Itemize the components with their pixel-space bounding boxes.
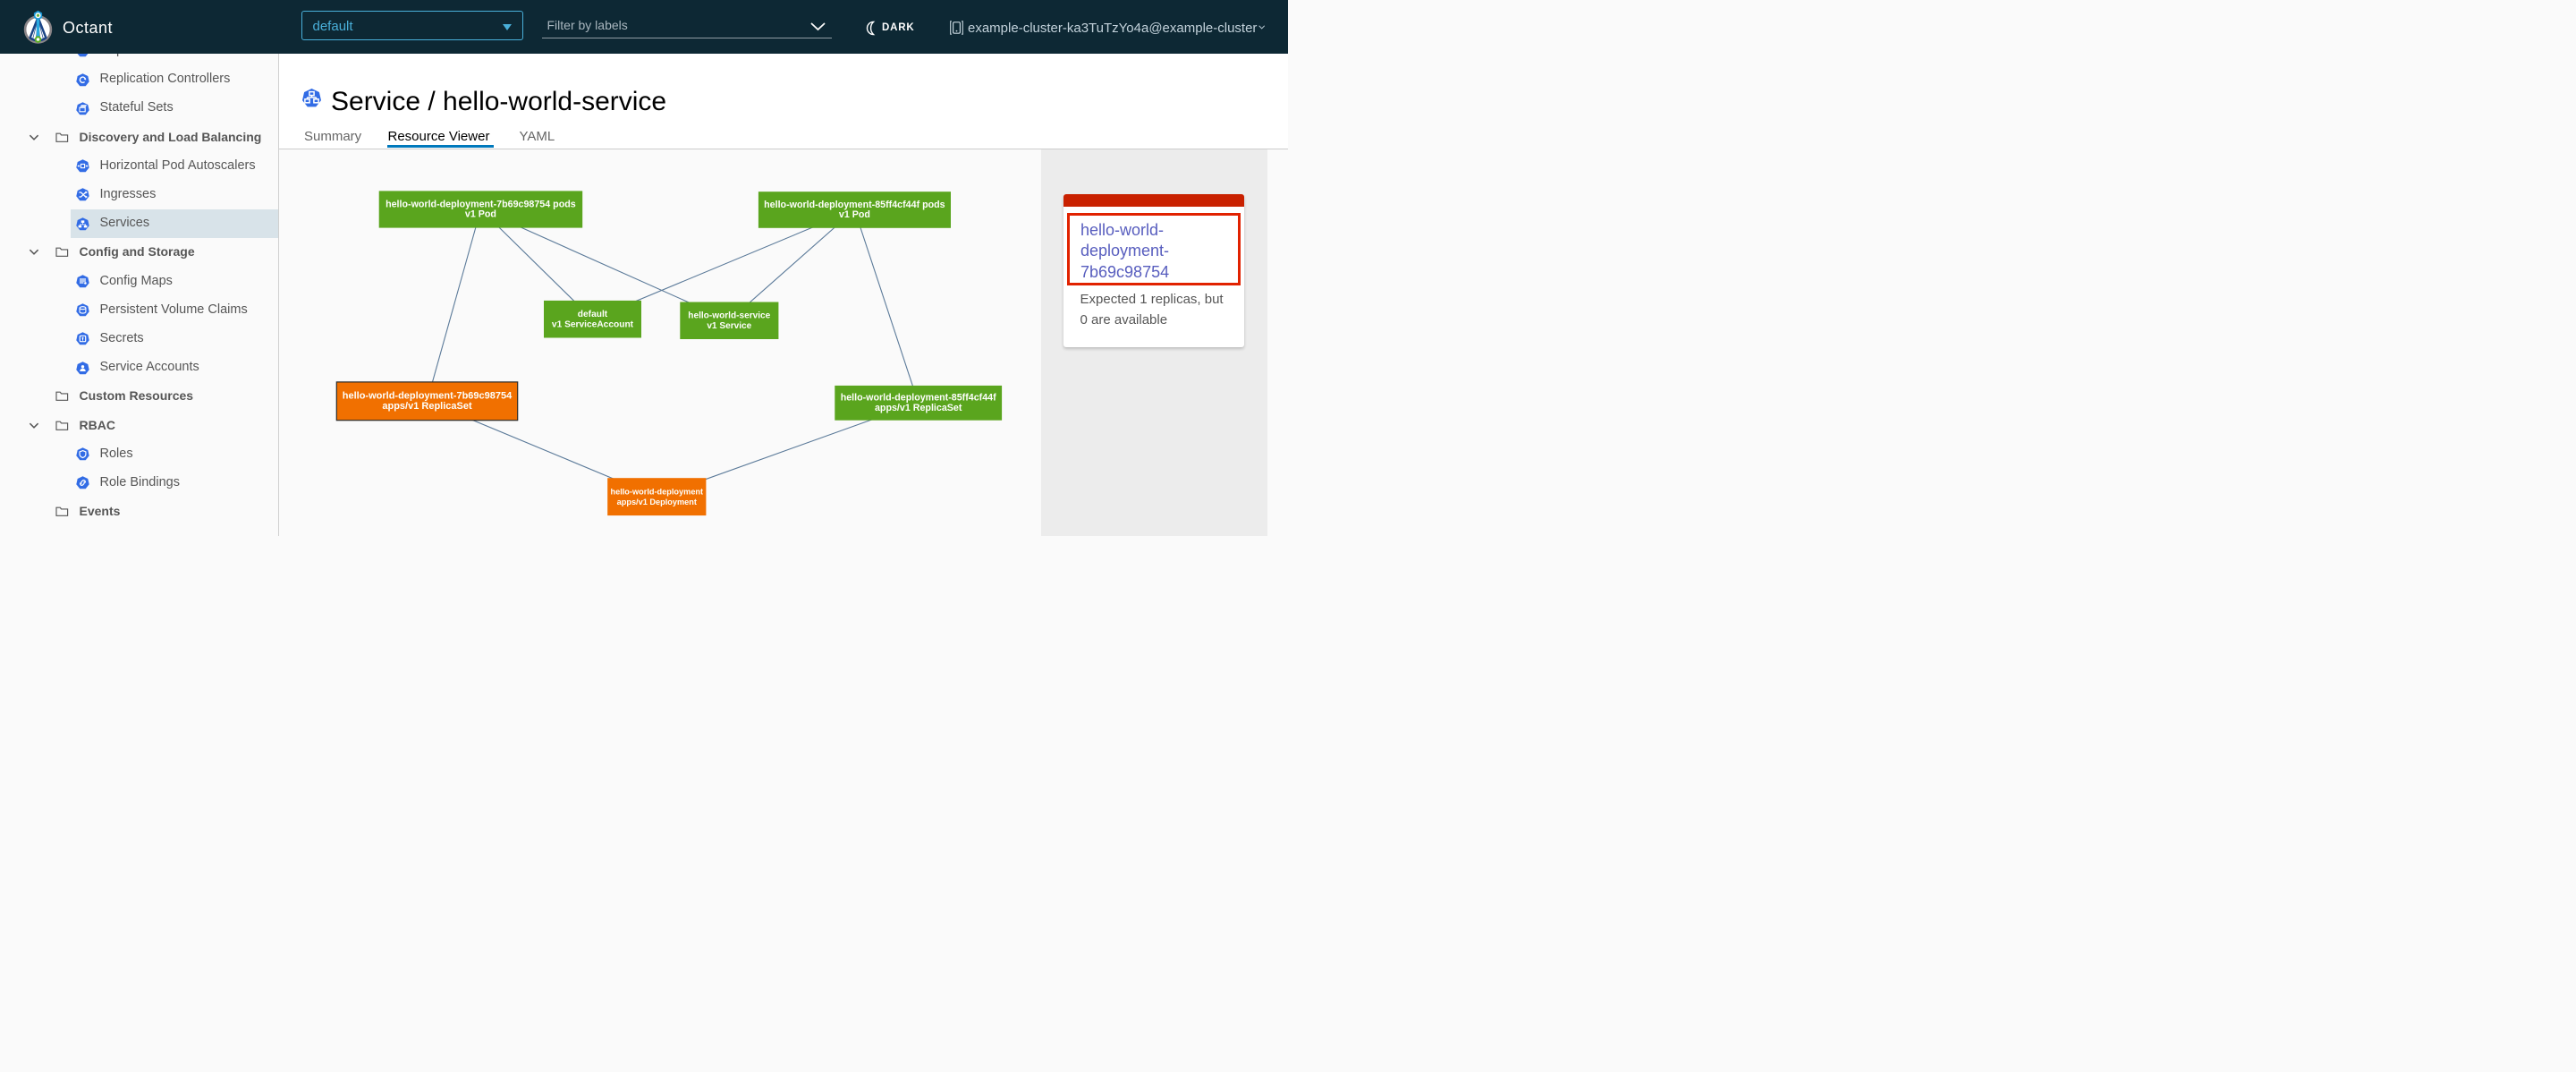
svg-text:apps/v1 ReplicaSet: apps/v1 ReplicaSet — [875, 403, 962, 413]
svg-text:v1 Service: v1 Service — [707, 321, 751, 331]
svg-text:apps/v1 ReplicaSet: apps/v1 ReplicaSet — [382, 401, 472, 412]
svg-text:default: default — [578, 310, 608, 319]
svg-text:v1 ServiceAccount: v1 ServiceAccount — [552, 319, 634, 329]
svg-text:v1 Pod: v1 Pod — [839, 209, 870, 220]
svg-text:hello-world-deployment-85ff4cf: hello-world-deployment-85ff4cf44f — [841, 393, 996, 404]
svg-text:hello-world-deployment: hello-world-deployment — [610, 488, 703, 497]
svg-text:hello-world-deployment-7b69c98: hello-world-deployment-7b69c98754 pods — [386, 199, 576, 209]
svg-text:hello-world-deployment-7b69c98: hello-world-deployment-7b69c98754 — [343, 391, 513, 402]
svg-text:v1 Pod: v1 Pod — [465, 209, 496, 220]
svg-text:hello-world-deployment-85ff4cf: hello-world-deployment-85ff4cf44f pods — [764, 200, 945, 210]
svg-text:apps/v1 Deployment: apps/v1 Deployment — [617, 498, 697, 506]
svg-text:hello-world-service: hello-world-service — [688, 311, 770, 321]
